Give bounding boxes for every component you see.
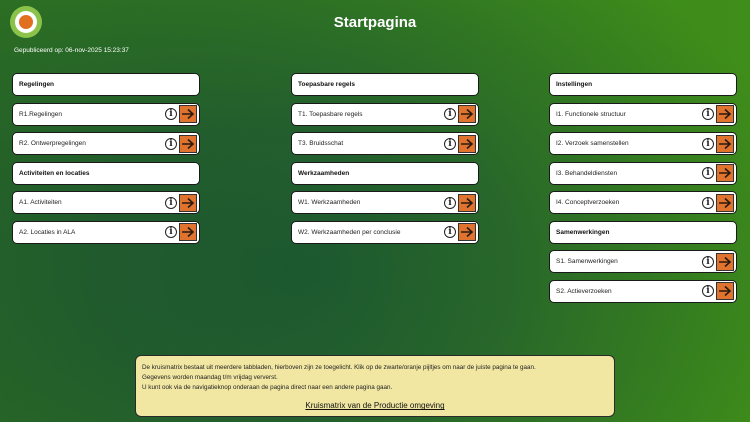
arrow-right-icon[interactable] — [179, 193, 197, 212]
nav-item-t3-bruidsschat: T3. Bruidsschat i — [291, 132, 479, 155]
nav-item-label: S2. Actieverzoeken — [556, 287, 612, 295]
arrow-right-icon[interactable] — [716, 105, 734, 123]
nav-item-s2-actieverzoeken: S2. Actieverzoeken i — [549, 279, 737, 303]
info-icon[interactable]: i — [165, 108, 177, 120]
nav-item-a1-activiteiten: A1. Activiteiten i — [12, 191, 200, 214]
arrow-right-icon[interactable] — [458, 193, 476, 212]
nav-item-label: R2. Ontwerpregelingen — [19, 140, 86, 147]
section-header-activiteiten-en-locaties: Activiteiten en locaties — [12, 161, 200, 185]
nav-item-r1-regelingen: R1.Regelingen i — [12, 102, 200, 126]
nav-item-label: W2. Werkzaamheden per conclusie — [298, 228, 401, 236]
arrow-right-icon[interactable] — [179, 134, 197, 153]
info-line-3: U kunt ook via de navigatieknop onderaan… — [142, 383, 393, 391]
info-line-2: Gegevens worden maandag t/m vrijdag verv… — [142, 373, 278, 381]
nav-item-i4-conceptverzoeken: I4. Conceptverzoeken i — [549, 191, 737, 214]
nav-item-label: I4. Conceptverzoeken — [556, 199, 620, 206]
nav-item-w2-werkzaamheden-per-conclusie: W2. Werkzaamheden per conclusie i — [291, 220, 479, 244]
arrow-right-icon[interactable] — [716, 134, 734, 153]
nav-item-label: T1. Toepasbare regels — [298, 110, 363, 118]
info-icon[interactable]: i — [702, 167, 714, 179]
arrow-right-icon[interactable] — [716, 164, 734, 182]
nav-item-label: T3. Bruidsschat — [298, 140, 344, 147]
column-2: Toepasbare regels T1. Toepasbare regels i T… — [291, 73, 479, 250]
nav-item-label: I2. Verzoek samenstellen — [556, 140, 629, 147]
published-timestamp: Gepubliceerd op: 06-nov-2025 15:23:37 — [14, 47, 129, 54]
nav-item-w1-werkzaamheden: W1. Werkzaamheden i — [291, 191, 479, 214]
arrow-right-icon[interactable] — [458, 134, 476, 153]
nav-item-label: A1. Activiteiten — [19, 199, 62, 206]
column-1: Regelingen R1.Regelingen i R2. Ontwerpregel… — [12, 73, 200, 250]
nav-item-s1-samenwerkingen: S1. Samenwerkingen i — [549, 250, 737, 273]
section-header-toepasbare-regels: Toepasbare regels — [291, 73, 479, 96]
arrow-right-icon[interactable] — [458, 105, 476, 123]
info-icon[interactable]: i — [702, 255, 714, 268]
info-box: De kruismatrix bestaat uit meerdere tabb… — [135, 355, 615, 417]
nav-item-t1-toepasbare-regels: T1. Toepasbare regels i — [291, 102, 479, 126]
column-3: Instellingen I1. Functionele structuur i I2… — [549, 73, 737, 309]
info-icon[interactable]: i — [444, 196, 456, 209]
info-icon[interactable]: i — [702, 108, 714, 120]
arrow-right-icon[interactable] — [716, 252, 734, 271]
info-icon[interactable]: i — [165, 137, 177, 150]
info-icon[interactable]: i — [702, 196, 714, 209]
info-icon[interactable]: i — [165, 196, 177, 209]
nav-item-i3-behandeldiensten: I3. Behandeldiensten i — [549, 161, 737, 185]
page-title: Startpagina — [333, 14, 417, 31]
nav-item-i1-functionele-structuur: I1. Functionele structuur i — [549, 102, 737, 126]
info-icon[interactable]: i — [165, 226, 177, 238]
nav-item-label: S1. Samenwerkingen — [556, 258, 618, 265]
arrow-right-icon[interactable] — [716, 193, 734, 212]
production-link[interactable]: Kruismatrix van de Productie omgeving — [142, 401, 608, 411]
nav-item-label: A2. Locaties in ALA — [19, 228, 76, 236]
section-header-instellingen: Instellingen — [549, 73, 737, 96]
arrow-right-icon[interactable] — [458, 223, 476, 241]
info-icon[interactable]: i — [702, 137, 714, 150]
nav-item-label: I1. Functionele structuur — [556, 110, 626, 118]
info-icon[interactable]: i — [444, 226, 456, 238]
section-header-samenwerkingen: Samenwerkingen — [549, 220, 737, 244]
nav-item-label: W1. Werkzaamheden — [298, 199, 361, 206]
info-icon[interactable]: i — [702, 285, 714, 297]
info-icon[interactable]: i — [444, 108, 456, 120]
arrow-right-icon[interactable] — [179, 105, 197, 123]
nav-item-label: R1.Regelingen — [19, 110, 63, 118]
info-icon[interactable]: i — [444, 137, 456, 150]
arrow-right-icon[interactable] — [179, 223, 197, 241]
nav-item-r2-ontwerpregelingen: R2. Ontwerpregelingen i — [12, 132, 200, 155]
nav-item-i2-verzoek-samenstellen: I2. Verzoek samenstellen i — [549, 132, 737, 155]
section-header-regelingen: Regelingen — [12, 73, 200, 96]
arrow-right-icon[interactable] — [716, 282, 734, 300]
nav-item-label: I3. Behandeldiensten — [556, 169, 618, 177]
section-header-werkzaamheden: Werkzaamheden — [291, 161, 479, 185]
info-line-1: De kruismatrix bestaat uit meerdere tabb… — [142, 364, 536, 371]
nav-item-a2-locaties-in-ala: A2. Locaties in ALA i — [12, 220, 200, 244]
